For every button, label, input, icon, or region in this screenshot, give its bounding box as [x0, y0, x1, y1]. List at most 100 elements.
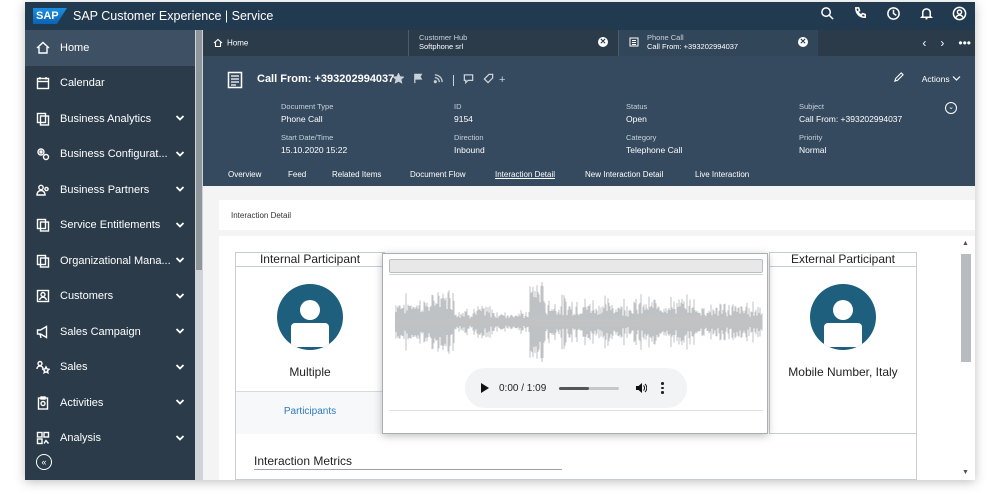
- sidebar-item-customers[interactable]: Customers: [25, 279, 195, 315]
- phone-icon[interactable]: [853, 6, 868, 26]
- tab-overview[interactable]: Overview: [228, 166, 261, 179]
- clock-icon[interactable]: [886, 6, 901, 26]
- play-icon[interactable]: [481, 383, 489, 393]
- tab-call-type: Phone Call: [647, 33, 684, 42]
- chevron-down-icon[interactable]: [175, 184, 185, 194]
- chevron-down-icon[interactable]: [175, 255, 185, 265]
- actions-button[interactable]: Actions: [922, 74, 961, 84]
- section-title: Interaction Detail: [219, 200, 975, 230]
- sidebar-item-analysis[interactable]: Analysis: [25, 421, 195, 457]
- sidebar-item-business-analytics[interactable]: Business Analytics: [25, 101, 195, 137]
- tab-home-label: Home: [227, 38, 249, 48]
- collapse-sidebar-button[interactable]: «: [36, 454, 52, 470]
- avatar: [810, 284, 876, 350]
- tab-interaction-detail[interactable]: Interaction Detail: [495, 166, 555, 179]
- app-window: SAP SAP Customer Experience | Service Ho…: [25, 2, 975, 480]
- object-subtabs: Overview Feed Related Items Document Flo…: [203, 166, 975, 186]
- volume-icon[interactable]: [635, 382, 647, 394]
- tab-home[interactable]: Home: [203, 30, 408, 56]
- sidebar-item-service-entitlements[interactable]: Service Entitlements: [25, 208, 195, 244]
- comment-icon[interactable]: [463, 71, 474, 89]
- expand-header-button[interactable]: ⌄: [945, 102, 957, 114]
- chevron-down-icon[interactable]: [175, 291, 185, 301]
- sidebar-scrollbar-thumb[interactable]: [196, 30, 202, 270]
- chevron-down-icon: [952, 75, 961, 81]
- chevron-down-icon[interactable]: [175, 220, 185, 230]
- panel-scrollbar[interactable]: ▲ ▼: [961, 240, 971, 476]
- tab-customer-hub[interactable]: Customer Hub Softphone srl ✕: [408, 30, 618, 56]
- player-progress-fill: [559, 386, 589, 390]
- tab-live-interaction[interactable]: Live Interaction: [695, 166, 749, 179]
- audio-dialog: 0:00 / 1:09: [382, 253, 768, 434]
- participants-link[interactable]: Participants: [236, 406, 384, 417]
- user-profile-icon[interactable]: [952, 6, 967, 26]
- flag-icon[interactable]: [413, 71, 424, 89]
- external-participant-card: External Participant Mobile Number, Ital…: [769, 252, 917, 434]
- analysis-icon: [36, 431, 50, 445]
- close-icon[interactable]: ✕: [598, 37, 608, 47]
- tag-icon[interactable]: [483, 71, 494, 89]
- scroll-down-icon[interactable]: ▼: [962, 469, 969, 476]
- rss-icon[interactable]: [433, 71, 444, 89]
- megaphone-icon: [36, 325, 50, 339]
- edit-icon[interactable]: [893, 72, 904, 85]
- chevron-left-icon[interactable]: ‹: [922, 36, 926, 50]
- sidebar-item-label: Activities: [60, 396, 104, 409]
- scroll-up-icon[interactable]: ▲: [962, 240, 969, 247]
- sidebar-scrollbar[interactable]: [195, 30, 203, 480]
- divider: [389, 410, 763, 411]
- audio-waveform: [395, 282, 763, 362]
- sidebar-item-calendar[interactable]: Calendar: [25, 66, 195, 102]
- tab-feed[interactable]: Feed: [288, 166, 306, 179]
- attr-status: Status Open: [626, 102, 648, 124]
- actions-label: Actions: [921, 73, 950, 84]
- page-title: Call From: +393202994037: [257, 73, 395, 85]
- tab-phone-call[interactable]: Phone Call Call From: +393202994037 ✕: [618, 30, 818, 56]
- chevron-down-icon[interactable]: [175, 326, 185, 336]
- sidebar-item-label: Customers: [60, 290, 114, 303]
- dialog-title-bar[interactable]: [389, 259, 763, 273]
- chevron-down-icon[interactable]: [175, 149, 185, 159]
- panel-scrollbar-thumb[interactable]: [961, 254, 971, 362]
- search-icon[interactable]: [820, 6, 835, 26]
- star-icon[interactable]: [392, 71, 405, 89]
- more-icon[interactable]: •••: [958, 36, 971, 50]
- internal-participant-name: Multiple: [289, 365, 331, 379]
- sidebar-item-label: Sales Campaign: [60, 325, 141, 338]
- sidebar-item-business-partners[interactable]: Business Partners: [25, 172, 195, 208]
- chevron-down-icon[interactable]: [175, 113, 185, 123]
- tab-new-interaction-detail[interactable]: New Interaction Detail: [585, 166, 663, 179]
- tab-strip: Home Customer Hub Softphone srl ✕ Phone …: [203, 30, 975, 56]
- sidebar-item-sales-campaign[interactable]: Sales Campaign: [25, 314, 195, 350]
- shell-title: SAP Customer Experience | Service: [73, 9, 274, 23]
- tab-hub-type: Customer Hub: [419, 33, 468, 42]
- more-options-icon[interactable]: [661, 382, 664, 394]
- tab-document-flow[interactable]: Document Flow: [410, 166, 466, 179]
- chevron-down-icon[interactable]: [175, 397, 185, 407]
- chevron-right-icon[interactable]: ›: [940, 36, 944, 50]
- internal-participant-footer: Participants: [236, 391, 384, 434]
- sidebar-item-organizational-management[interactable]: Organizational Mana...: [25, 243, 195, 279]
- metrics-underline: [254, 469, 562, 470]
- sidebar-item-home[interactable]: Home: [25, 30, 195, 66]
- external-participant-name: Mobile Number, Italy: [788, 365, 898, 379]
- attr-category: Category Telephone Call: [626, 133, 683, 155]
- bell-icon[interactable]: [919, 6, 934, 26]
- copy-icon: [36, 254, 50, 268]
- clipboard-icon: [36, 396, 50, 410]
- sidebar-item-label: Service Entitlements: [60, 219, 161, 232]
- sidebar-item-label: Analysis: [60, 432, 101, 445]
- sidebar-item-business-configuration[interactable]: Business Configurat...: [25, 137, 195, 173]
- sidebar-item-activities[interactable]: Activities: [25, 385, 195, 421]
- chevron-down-icon[interactable]: [175, 362, 185, 372]
- list-icon: [629, 37, 639, 49]
- player-progress[interactable]: [559, 386, 619, 390]
- chevron-down-icon[interactable]: [175, 433, 185, 443]
- divider: [389, 274, 763, 275]
- sidebar-item-sales[interactable]: Sales: [25, 350, 195, 386]
- copy-icon: [36, 218, 50, 232]
- close-icon[interactable]: ✕: [798, 37, 808, 47]
- sap-logo: SAP: [33, 8, 67, 24]
- tab-related-items[interactable]: Related Items: [332, 166, 381, 179]
- add-icon[interactable]: +: [499, 74, 505, 86]
